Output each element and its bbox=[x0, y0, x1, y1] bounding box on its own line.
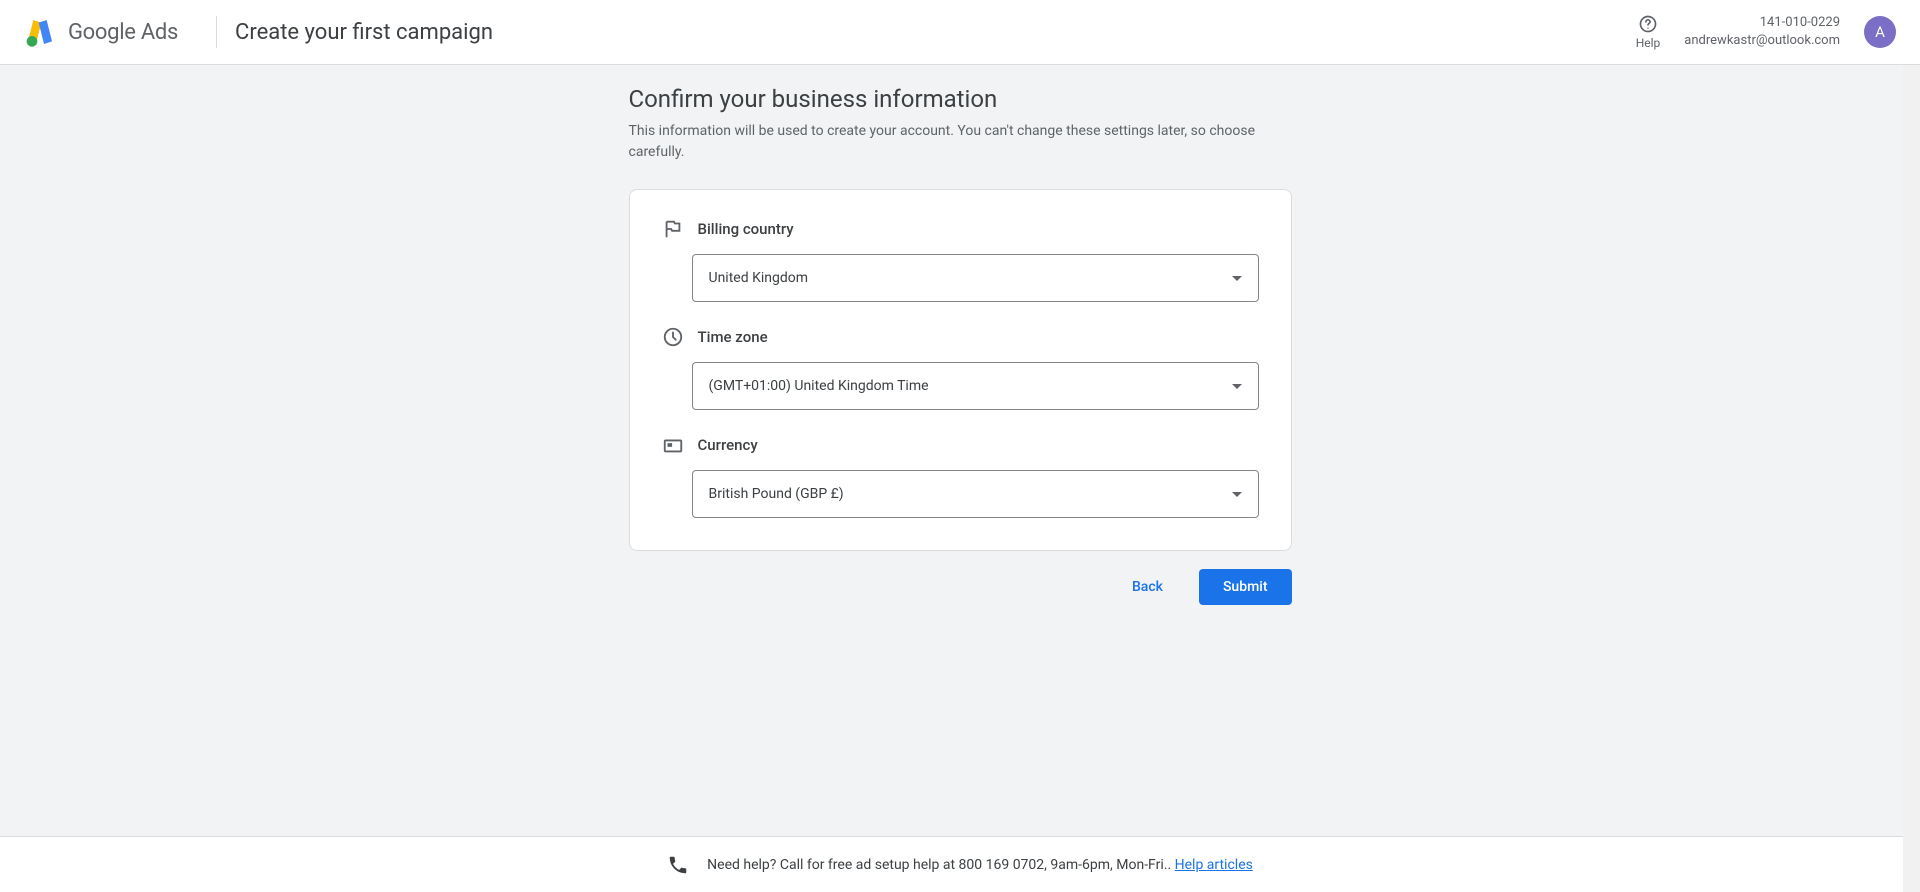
content: Confirm your business information This i… bbox=[629, 85, 1292, 605]
submit-button[interactable]: Submit bbox=[1199, 569, 1292, 605]
billing-country-value: United Kingdom bbox=[709, 270, 809, 286]
help-button[interactable]: Help bbox=[1636, 14, 1661, 50]
currency-select[interactable]: British Pound (GBP £) bbox=[692, 470, 1259, 518]
action-row: Back Submit bbox=[629, 569, 1292, 605]
help-label: Help bbox=[1636, 36, 1661, 50]
back-button[interactable]: Back bbox=[1108, 569, 1187, 605]
flag-icon bbox=[662, 218, 684, 240]
phone-icon bbox=[667, 854, 689, 876]
form-card: Billing country United Kingdom Time zone bbox=[629, 189, 1292, 551]
logo-text-google: Google bbox=[68, 20, 136, 45]
header-divider bbox=[216, 16, 217, 48]
section-heading: Confirm your business information bbox=[629, 85, 1292, 113]
time-zone-label-row: Time zone bbox=[662, 326, 1259, 348]
chevron-down-icon bbox=[1232, 492, 1242, 497]
account-id: 141-010-0229 bbox=[1684, 14, 1840, 32]
avatar[interactable]: A bbox=[1864, 16, 1896, 48]
account-info: 141-010-0229 andrewkastr@outlook.com bbox=[1684, 14, 1840, 50]
footer-text: Need help? Call for free ad setup help a… bbox=[707, 857, 1174, 873]
section-subtext: This information will be used to create … bbox=[629, 121, 1292, 163]
currency-label-row: Currency bbox=[662, 434, 1259, 456]
header-left: Google Ads Create your first campaign bbox=[24, 16, 493, 48]
time-zone-field: Time zone (GMT+01:00) United Kingdom Tim… bbox=[662, 326, 1259, 410]
time-zone-label: Time zone bbox=[698, 328, 768, 346]
app-header: Google Ads Create your first campaign He… bbox=[0, 0, 1920, 65]
chevron-down-icon bbox=[1232, 276, 1242, 281]
billing-country-select[interactable]: United Kingdom bbox=[692, 254, 1259, 302]
google-ads-logo-text: Google Ads bbox=[68, 20, 178, 45]
currency-field: Currency British Pound (GBP £) bbox=[662, 434, 1259, 518]
header-right: Help 141-010-0229 andrewkastr@outlook.co… bbox=[1636, 14, 1896, 50]
scrollbar[interactable] bbox=[1903, 65, 1920, 892]
time-zone-select[interactable]: (GMT+01:00) United Kingdom Time bbox=[692, 362, 1259, 410]
main-area: Confirm your business information This i… bbox=[0, 65, 1920, 605]
footer-help-bar: Need help? Call for free ad setup help a… bbox=[0, 836, 1920, 892]
payment-icon bbox=[662, 434, 684, 456]
chevron-down-icon bbox=[1232, 384, 1242, 389]
help-icon bbox=[1638, 14, 1658, 34]
footer-help-text: Need help? Call for free ad setup help a… bbox=[707, 857, 1253, 873]
google-ads-logo-icon bbox=[24, 16, 56, 48]
clock-icon bbox=[662, 326, 684, 348]
billing-country-label-row: Billing country bbox=[662, 218, 1259, 240]
currency-label: Currency bbox=[698, 436, 758, 454]
currency-value: British Pound (GBP £) bbox=[709, 486, 844, 502]
logo-text-ads: Ads bbox=[136, 20, 178, 45]
time-zone-value: (GMT+01:00) United Kingdom Time bbox=[709, 378, 929, 394]
help-articles-link[interactable]: Help articles bbox=[1175, 857, 1253, 873]
avatar-initial: A bbox=[1875, 23, 1885, 41]
billing-country-field: Billing country United Kingdom bbox=[662, 218, 1259, 302]
page-title: Create your first campaign bbox=[235, 20, 493, 45]
account-email: andrewkastr@outlook.com bbox=[1684, 32, 1840, 50]
billing-country-label: Billing country bbox=[698, 220, 794, 238]
